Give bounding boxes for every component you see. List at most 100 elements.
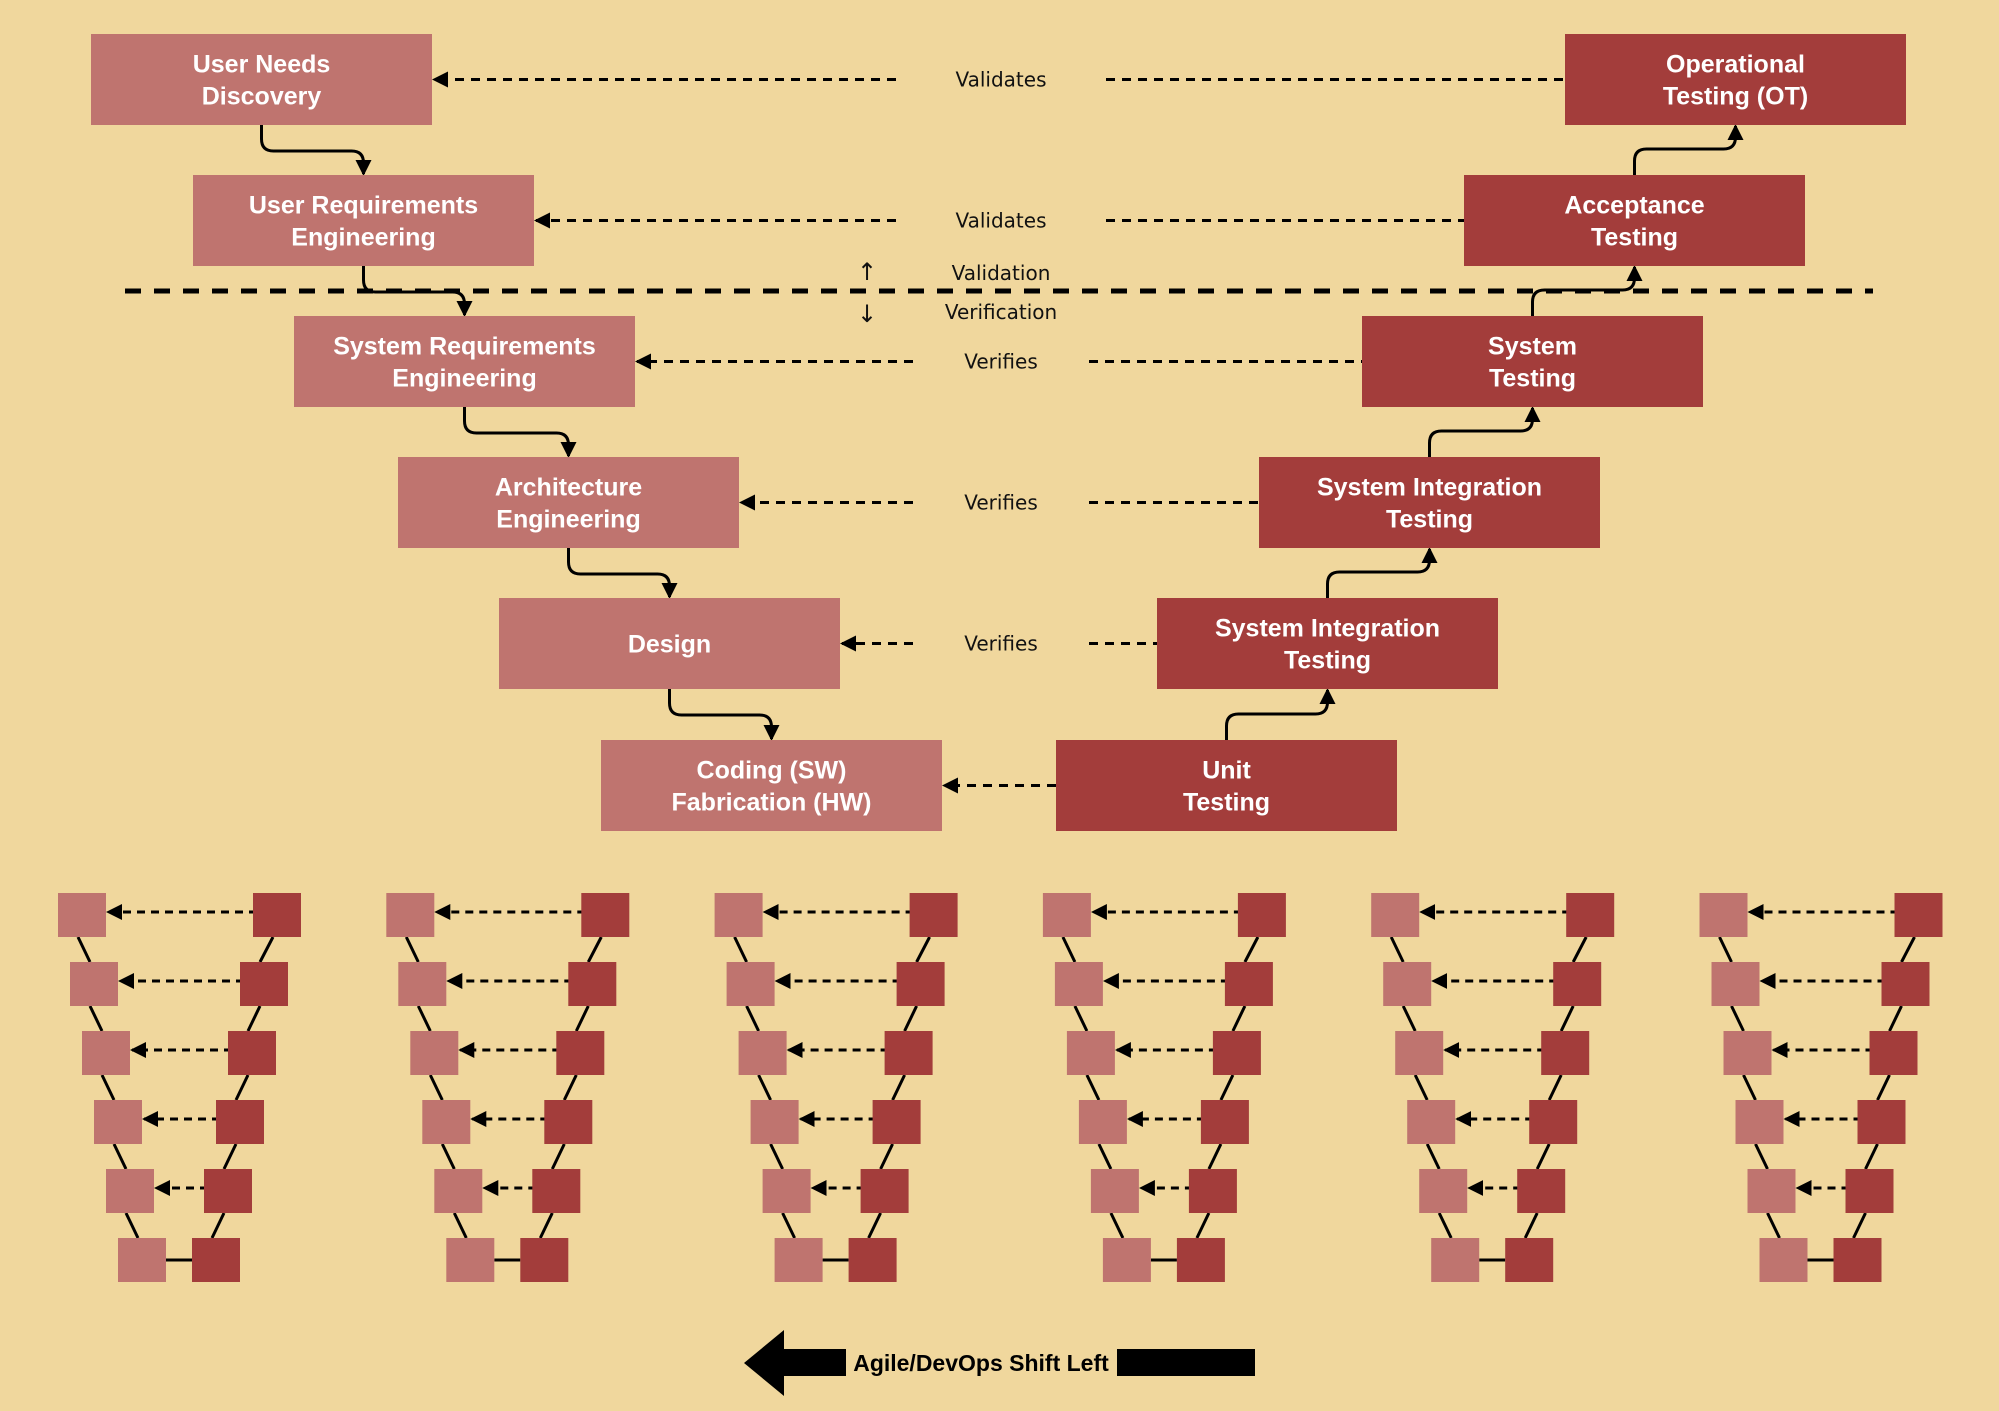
- phase-box-right-2-rect: [1464, 175, 1805, 266]
- phase-box-left-4-label-line: Architecture: [495, 474, 642, 502]
- mini-definition-square: [70, 962, 118, 1006]
- mini-testing-square: [1176, 1238, 1225, 1282]
- phase-box-right-2: Acceptance Testing: [1464, 175, 1805, 266]
- phase-box-right-4-rect: [1259, 457, 1600, 548]
- phase-box-right-2-label-line: Testing: [1591, 224, 1678, 252]
- validation-label: Validation: [952, 261, 1051, 285]
- phase-box-right-1-rect: [1565, 34, 1906, 125]
- phase-box-right-3: System Testing: [1362, 316, 1703, 407]
- mini-definition-square: [762, 1169, 811, 1213]
- relation-label-1: Validates: [955, 68, 1046, 92]
- mini-testing-square: [1541, 1031, 1590, 1075]
- phase-box-left-4-label-line: Engineering: [496, 506, 640, 534]
- mini-testing-square: [1833, 1238, 1882, 1282]
- mini-definition-square: [774, 1238, 823, 1282]
- mini-testing-square: [581, 893, 630, 937]
- phase-box-left-3: System Requirements Engineering: [294, 316, 635, 407]
- phase-box-right-6-label-line: Unit: [1202, 757, 1251, 785]
- phase-box-right-1: Operational Testing (OT): [1565, 34, 1906, 125]
- mini-testing-square: [204, 1169, 252, 1213]
- phase-box-right-3-label-line: System: [1488, 333, 1577, 361]
- phase-box-left-3-rect: [294, 316, 635, 407]
- phase-box-right-4-label-line: Testing: [1386, 506, 1473, 534]
- mini-definition-square: [1431, 1238, 1480, 1282]
- mini-testing-square: [520, 1238, 569, 1282]
- mini-definition-square: [1699, 893, 1748, 937]
- phase-box-right-5-rect: [1157, 598, 1498, 689]
- mini-testing-square: [1881, 962, 1930, 1006]
- mini-testing-square: [556, 1031, 605, 1075]
- phase-box-right-3-rect: [1362, 316, 1703, 407]
- mini-testing-square: [896, 962, 945, 1006]
- mini-definition-square: [410, 1031, 459, 1075]
- phase-box-left-1-label-line: Discovery: [202, 83, 322, 111]
- mini-definition-square: [1759, 1238, 1808, 1282]
- mini-testing-square: [216, 1100, 264, 1144]
- phase-box-left-3-label-line: System Requirements: [333, 333, 596, 361]
- mini-definition-square: [1371, 893, 1420, 937]
- phase-box-right-5-label-line: Testing: [1284, 647, 1371, 675]
- mini-definition-square: [118, 1238, 166, 1282]
- mini-definition-square: [1419, 1169, 1468, 1213]
- mini-definition-square: [1102, 1238, 1151, 1282]
- phase-box-right-6-rect: [1056, 740, 1397, 831]
- mini-definition-square: [726, 962, 775, 1006]
- mini-definition-square: [1054, 962, 1103, 1006]
- mini-definition-square: [434, 1169, 483, 1213]
- mini-definition-square: [82, 1031, 130, 1075]
- mini-definition-square: [446, 1238, 495, 1282]
- mini-testing-square: [1845, 1169, 1894, 1213]
- mini-testing-square: [909, 893, 958, 937]
- mini-definition-square: [1407, 1100, 1456, 1144]
- v-model-diagram: ↑ ↓ Validation Verification Validates Val…: [0, 0, 1999, 1411]
- mini-testing-square: [1212, 1031, 1261, 1075]
- phase-box-left-6: Coding (SW) Fabrication (HW): [601, 740, 942, 831]
- mini-definition-square: [1042, 893, 1091, 937]
- mini-testing-square: [1894, 893, 1943, 937]
- mini-definition-square: [1078, 1100, 1127, 1144]
- mini-testing-square: [228, 1031, 276, 1075]
- phase-box-left-1-rect: [91, 34, 432, 125]
- phase-box-left-5: Design: [499, 598, 840, 689]
- phase-box-left-3-label-line: Engineering: [392, 365, 536, 393]
- phase-box-left-1: User Needs Discovery: [91, 34, 432, 125]
- mini-testing-square: [1566, 893, 1615, 937]
- mini-definition-square: [1383, 962, 1432, 1006]
- mini-testing-square: [1517, 1169, 1566, 1213]
- mini-definition-square: [714, 893, 763, 937]
- phase-box-right-4: System Integration Testing: [1259, 457, 1600, 548]
- mini-testing-square: [1200, 1100, 1249, 1144]
- phase-box-right-2-label-line: Acceptance: [1564, 192, 1704, 220]
- mini-testing-square: [1857, 1100, 1906, 1144]
- phase-box-right-3-label-line: Testing: [1489, 365, 1576, 393]
- shift-left-label: Agile/DevOps Shift Left: [853, 1350, 1109, 1376]
- phase-box-left-4-rect: [398, 457, 739, 548]
- phase-box-left-5-label-line: Design: [628, 631, 711, 659]
- mini-definition-square: [1066, 1031, 1115, 1075]
- mini-testing-square: [1505, 1238, 1554, 1282]
- arrow-up-icon: ↑: [857, 258, 877, 286]
- mini-testing-square: [872, 1100, 921, 1144]
- mini-testing-square: [544, 1100, 593, 1144]
- mini-testing-square: [860, 1169, 909, 1213]
- mini-testing-square: [532, 1169, 581, 1213]
- phase-box-left-2-rect: [193, 175, 534, 266]
- phase-box-right-6-label-line: Testing: [1183, 789, 1270, 817]
- phase-box-left-1-label-line: User Needs: [193, 51, 331, 79]
- mini-testing-square: [1188, 1169, 1237, 1213]
- phase-box-right-6: Unit Testing: [1056, 740, 1397, 831]
- mini-definition-square: [1395, 1031, 1444, 1075]
- relation-label-2: Validates: [955, 209, 1046, 233]
- mini-testing-square: [1553, 962, 1602, 1006]
- mini-definition-square: [750, 1100, 799, 1144]
- mini-testing-square: [1237, 893, 1286, 937]
- shift-arrow-tail: [1117, 1349, 1255, 1376]
- phase-box-left-2-label-line: Engineering: [291, 224, 435, 252]
- relation-label-3: Verifies: [964, 350, 1038, 374]
- mini-testing-square: [192, 1238, 240, 1282]
- mini-testing-square: [568, 962, 617, 1006]
- mini-definition-square: [58, 893, 106, 937]
- mini-definition-square: [1711, 962, 1760, 1006]
- arrow-down-icon: ↓: [857, 300, 877, 328]
- mini-definition-square: [1747, 1169, 1796, 1213]
